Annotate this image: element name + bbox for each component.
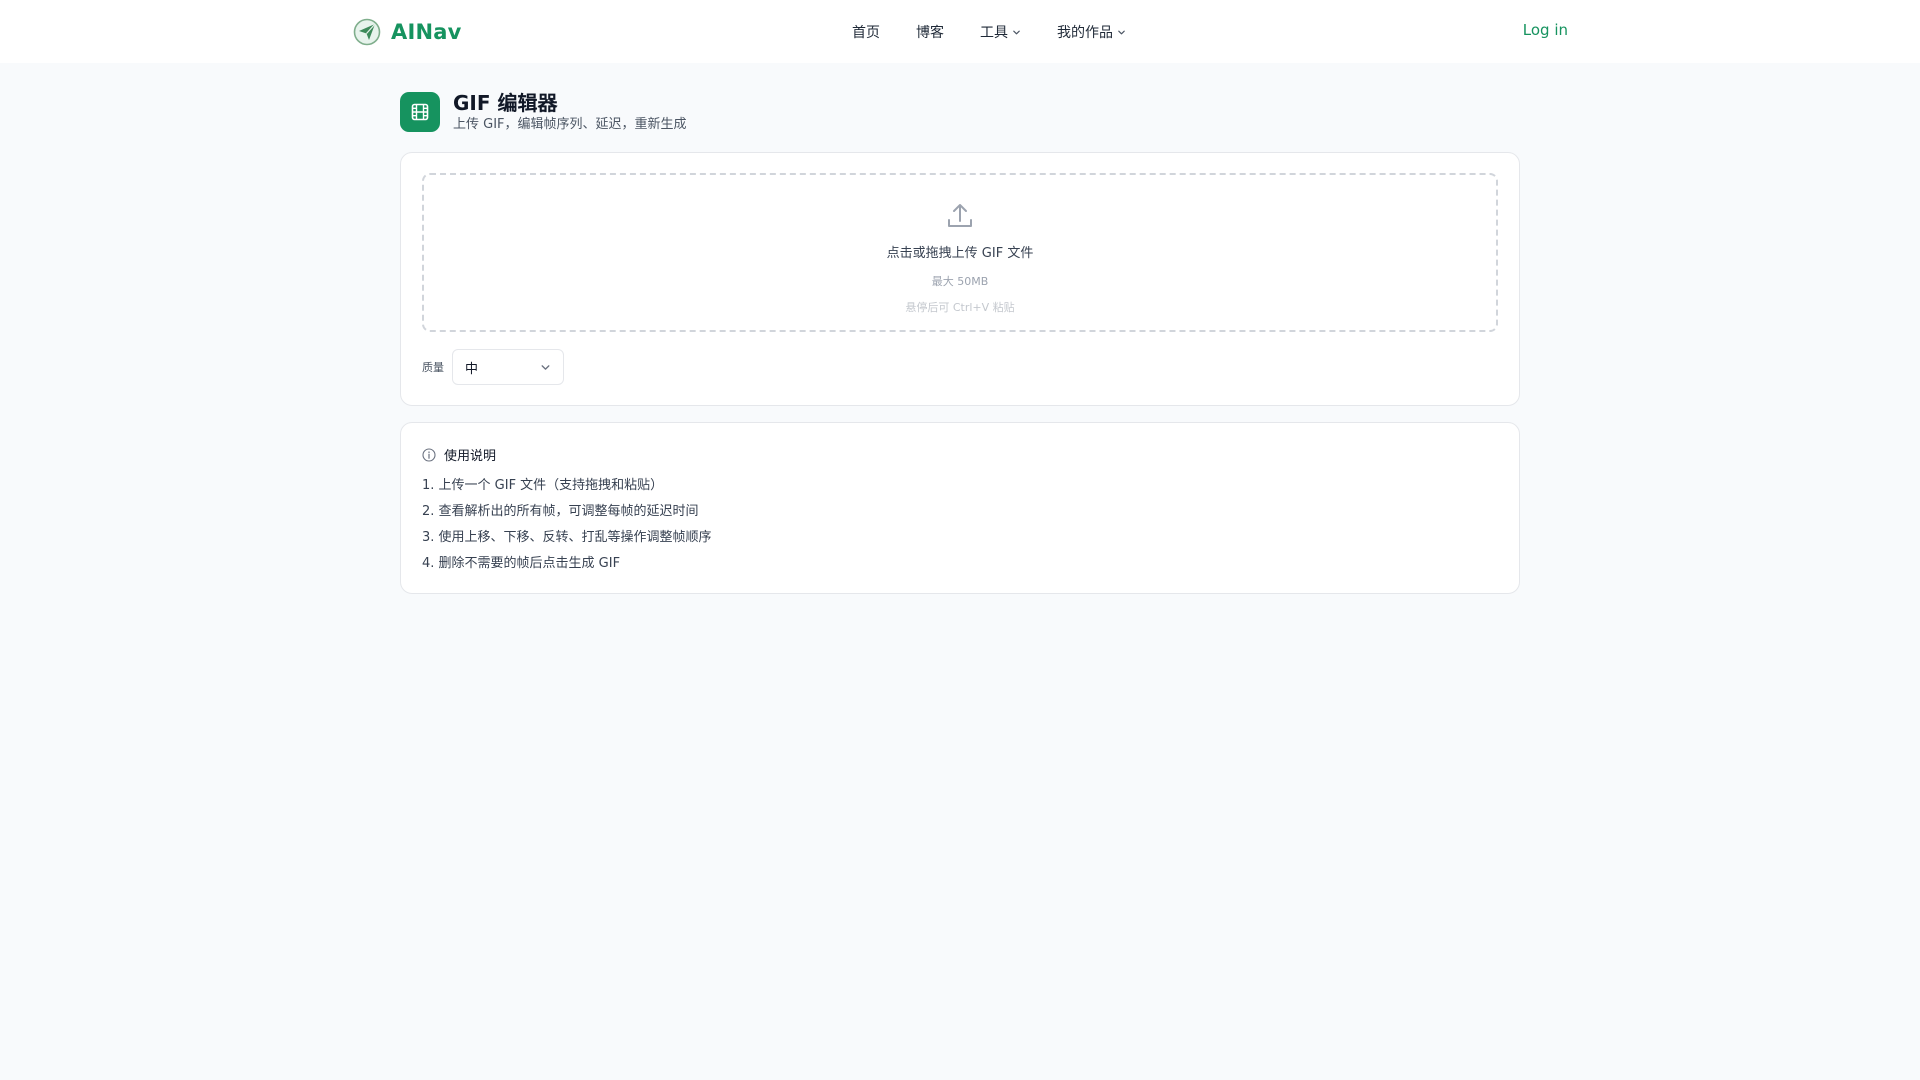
page-title: GIF 编辑器 — [453, 90, 558, 115]
usage-step: 3. 使用上移、下移、反转、打乱等操作调整帧顺序 — [422, 530, 712, 545]
usage-step: 2. 查看解析出的所有帧，可调整每帧的延迟时间 — [422, 504, 699, 519]
quality-select[interactable]: 中 — [452, 349, 564, 385]
dropzone-instruction: 点击或拖拽上传 GIF 文件 — [886, 246, 1034, 261]
page-subtitle: 上传 GIF，编辑帧序列、延迟，重新生成 — [453, 116, 687, 132]
login-link[interactable]: Log in — [1523, 21, 1568, 39]
upload-icon — [948, 204, 972, 227]
nav-my-works-dropdown[interactable]: 我的作品 — [1057, 22, 1126, 42]
dropzone-paste-hint: 悬停后可 Ctrl+V 粘贴 — [905, 301, 1015, 314]
usage-step: 1. 上传一个 GIF 文件（支持拖拽和粘贴） — [422, 478, 664, 493]
usage-instructions-header: 使用说明 — [422, 445, 496, 464]
nav-home[interactable]: 首页 — [852, 22, 880, 42]
paper-plane-logo-icon — [353, 18, 381, 46]
top-navbar: AINav 首页 博客 工具 我的作品 Log in — [0, 0, 1920, 63]
usage-instructions-title: 使用说明 — [444, 449, 497, 464]
chevron-down-icon — [1118, 30, 1125, 34]
page-header: GIF 编辑器 上传 GIF，编辑帧序列、延迟，重新生成 — [400, 91, 687, 133]
gif-dropzone[interactable]: 点击或拖拽上传 GIF 文件 最大 50MB 悬停后可 Ctrl+V 粘贴 — [422, 173, 1498, 332]
quality-select-value: 中 — [465, 361, 479, 377]
page-heading-text: GIF 编辑器 上传 GIF，编辑帧序列、延迟，重新生成 — [453, 91, 687, 134]
chevron-down-icon — [1013, 30, 1020, 34]
nav-blog[interactable]: 博客 — [916, 22, 944, 42]
upload-card: 点击或拖拽上传 GIF 文件 最大 50MB 悬停后可 Ctrl+V 粘贴 质量… — [400, 152, 1520, 406]
dropzone-size-limit: 最大 50MB — [931, 275, 989, 288]
brand-logo-link[interactable]: AINav — [353, 16, 462, 48]
nav-my-works-label: 我的作品 — [1057, 25, 1113, 41]
chevron-down-icon — [541, 364, 550, 370]
usage-steps-list: 1. 上传一个 GIF 文件（支持拖拽和粘贴） 2. 查看解析出的所有帧，可调整… — [422, 477, 712, 581]
nav-tools-dropdown[interactable]: 工具 — [980, 22, 1021, 42]
info-icon — [422, 447, 436, 462]
main-nav: 首页 博客 工具 我的作品 — [852, 20, 1126, 44]
film-icon — [400, 92, 440, 132]
quality-control: 质量 中 — [422, 349, 564, 385]
quality-label: 质量 — [422, 361, 444, 374]
nav-blog-label: 博客 — [916, 25, 944, 41]
nav-home-label: 首页 — [852, 25, 880, 41]
usage-instructions-card: 使用说明 1. 上传一个 GIF 文件（支持拖拽和粘贴） 2. 查看解析出的所有… — [400, 422, 1520, 594]
brand-name: AINav — [391, 20, 462, 44]
usage-step: 4. 删除不需要的帧后点击生成 GIF — [422, 556, 621, 571]
nav-tools-label: 工具 — [980, 25, 1008, 41]
